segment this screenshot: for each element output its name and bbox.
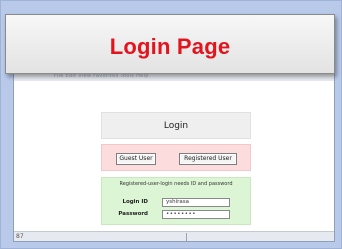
browser-status-bar: 87 — [14, 231, 334, 241]
title-banner: Login Page — [5, 14, 335, 74]
password-label: Password — [118, 211, 148, 217]
status-divider — [186, 233, 187, 241]
status-text: 87 — [16, 233, 24, 240]
user-type-panel: Guest User Registered User — [101, 144, 251, 171]
registered-user-button[interactable]: Registered User — [179, 153, 237, 165]
login-note: Registered-user-login needs ID and passw… — [119, 181, 233, 187]
password-field[interactable]: •••••••• — [162, 210, 230, 219]
login-id-field[interactable]: yshirasa — [162, 198, 230, 207]
page-title: Login Page — [109, 34, 231, 59]
credentials-panel: Registered-user-login needs ID and passw… — [101, 177, 251, 225]
guest-user-button[interactable]: Guest User — [116, 153, 156, 165]
browser-menu-bar: File Edit View Favorites Tools Help — [14, 73, 334, 81]
login-heading: Login — [163, 121, 189, 131]
login-header-panel: Login — [101, 112, 251, 139]
login-id-label: Login ID — [122, 199, 148, 205]
